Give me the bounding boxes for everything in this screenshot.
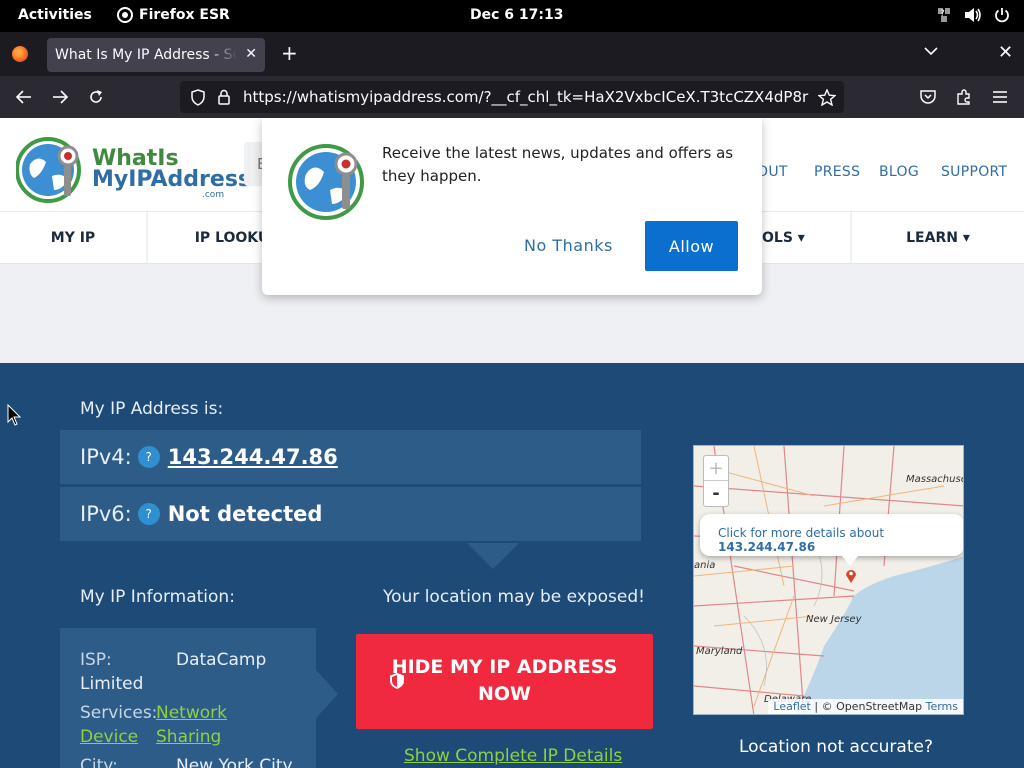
isp-label: ISP: (80, 650, 112, 670)
shield-icon[interactable] (190, 89, 206, 106)
nav-link-blog[interactable]: BLOG (879, 164, 919, 180)
menu-icon[interactable] (989, 86, 1011, 108)
svg-text:?: ? (940, 9, 945, 19)
firefox-app-icon (117, 7, 133, 23)
ipv4-row: IPv4: ? 143.244.47.86 (60, 430, 641, 484)
map-popup-tip (842, 556, 858, 566)
ipv6-value: Not detected (167, 502, 323, 526)
reload-icon[interactable] (85, 86, 107, 108)
nav-link-support[interactable]: SUPPORT (941, 164, 1007, 180)
power-icon (995, 8, 1009, 23)
network-icon: ? (938, 8, 950, 22)
city-label: City: (80, 756, 118, 768)
city-value: New York City (176, 756, 293, 768)
bookmark-star-icon[interactable] (818, 89, 836, 106)
osm-attribution: | © OpenStreetMap (810, 700, 926, 713)
app-name: Firefox ESR (139, 7, 230, 23)
mouse-cursor-icon (7, 404, 21, 426)
shield-icon (390, 673, 404, 689)
map-label-new-jersey: New Jersey (806, 614, 862, 625)
volume-icon (965, 8, 981, 22)
allow-button[interactable]: Allow (645, 221, 738, 271)
ip-info-box: ISP: DataCamp Limited Services: Network … (60, 628, 316, 768)
notification-message: Receive the latest news, updates and off… (382, 144, 734, 185)
system-top-bar: Activities Firefox ESR Dec 6 17:13 ? (0, 0, 1024, 32)
ip-box-pointer (467, 543, 519, 569)
pocket-icon[interactable] (917, 86, 939, 108)
services-label: Services: (80, 703, 158, 723)
ipv6-row: IPv6: ? Not detected (60, 487, 641, 541)
hide-my-ip-button[interactable]: HIDE MY IP ADDRESS NOW (356, 634, 653, 729)
extensions-icon[interactable] (953, 86, 975, 108)
tab-close-icon[interactable]: ✕ (245, 46, 257, 62)
firefox-view-icon[interactable] (12, 46, 28, 62)
map-tiles (694, 446, 963, 714)
globe-logo-icon (16, 137, 81, 203)
tab-title: What Is My IP Address - See Your Public … (55, 47, 237, 63)
lock-icon[interactable] (217, 89, 231, 105)
no-thanks-button[interactable]: No Thanks (524, 236, 613, 255)
forward-icon[interactable] (49, 86, 71, 108)
services-link[interactable]: Network Sharing (156, 701, 296, 749)
map-zoom-out-button[interactable]: - (704, 481, 728, 506)
tab-strip: What Is My IP Address - See Your Public … (0, 32, 1024, 76)
ipv4-label: IPv4: (80, 445, 132, 469)
window-close-icon[interactable]: ✕ (998, 42, 1013, 63)
ipv4-help-icon[interactable]: ? (137, 446, 160, 468)
my-ip-heading: My IP Address is: (80, 399, 224, 419)
nav-link-press[interactable]: PRESS (814, 164, 860, 180)
map-zoom-control: + - (703, 455, 729, 507)
notification-prompt: Receive the latest news, updates and off… (262, 118, 762, 295)
isp-value-cont: Limited (80, 674, 144, 694)
ipv6-help-icon[interactable]: ? (137, 503, 160, 525)
ip-info-heading: My IP Information: (80, 587, 235, 607)
map-zoom-in-button[interactable]: + (704, 456, 728, 481)
clock[interactable]: Dec 6 17:13 (470, 7, 563, 23)
map-popup[interactable]: Click for more details about 143.244.47.… (700, 514, 963, 556)
terms-link[interactable]: Terms (926, 700, 958, 713)
show-complete-ip-details-link[interactable]: Show Complete IP Details (404, 746, 622, 766)
site-logo-icon (288, 144, 364, 220)
location-warning: Your location may be exposed! (383, 587, 645, 607)
services-link-cont[interactable]: Device (80, 727, 138, 747)
web-page: WhatIs MyIPAddress .com E OUT PRESS BLOG… (0, 118, 1024, 768)
map-label-maryland: Maryland (696, 646, 743, 657)
navigation-toolbar: https://whatismyipaddress.com/?__cf_chl_… (0, 76, 1024, 118)
map-popup-ip: 143.244.47.86 (718, 540, 816, 554)
location-map[interactable]: Massachuse ania New Jersey Maryland Dela… (693, 445, 964, 715)
system-tray[interactable]: ? (936, 6, 1010, 24)
logo-text-com: .com (202, 190, 225, 200)
map-label-pennsylvania: ania (694, 560, 716, 571)
app-menu[interactable]: Firefox ESR (117, 7, 230, 23)
ipv6-label: IPv6: (80, 502, 132, 526)
new-tab-button[interactable]: + (281, 41, 298, 65)
url-text: https://whatismyipaddress.com/?__cf_chl_… (243, 88, 809, 106)
site-logo[interactable]: WhatIs MyIPAddress .com (16, 134, 251, 204)
ip-info-section: My IP Address is: IPv4: ? 143.244.47.86 … (0, 363, 1024, 768)
location-not-accurate[interactable]: Location not accurate? (739, 737, 933, 757)
map-label-massachusetts: Massachuse (906, 474, 964, 485)
map-attribution: Leaflet | © OpenStreetMap Terms (768, 699, 963, 714)
tab-active[interactable]: What Is My IP Address - See Your Public … (47, 38, 265, 72)
ipv4-value[interactable]: 143.244.47.86 (168, 445, 338, 469)
nav-tab-my-ip[interactable]: MY IP (0, 212, 148, 264)
activities-button[interactable]: Activities (18, 7, 92, 23)
url-bar[interactable]: https://whatismyipaddress.com/?__cf_chl_… (180, 81, 844, 113)
map-marker-icon[interactable] (845, 568, 857, 584)
list-all-tabs-icon[interactable] (924, 46, 938, 56)
back-icon[interactable] (13, 86, 35, 108)
nav-tab-learn[interactable]: LEARN ▾ (852, 212, 1024, 264)
logo-text-myipaddress: MyIPAddress (92, 167, 252, 192)
leaflet-link[interactable]: Leaflet (773, 700, 810, 713)
map-popup-text: Click for more details about (718, 526, 885, 540)
isp-value: DataCamp (176, 650, 267, 670)
info-box-pointer (316, 670, 338, 718)
